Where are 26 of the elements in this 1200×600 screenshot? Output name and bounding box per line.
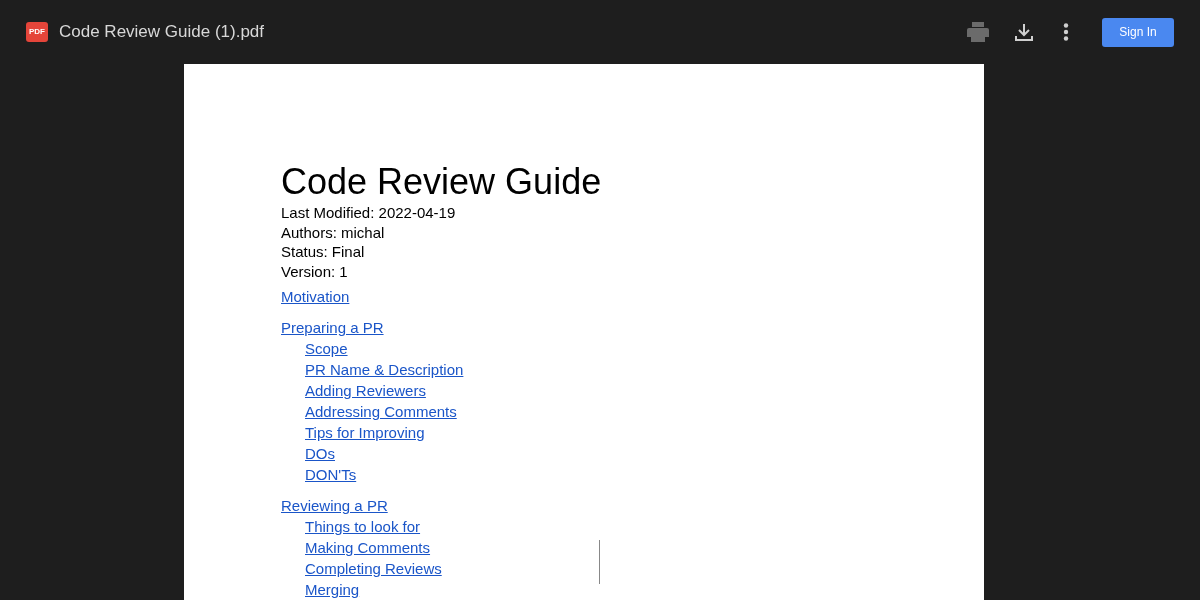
toc-link[interactable]: Reviewing a PR <box>281 497 388 514</box>
file-name: Code Review Guide (1).pdf <box>59 21 265 44</box>
pdf-file-icon: PDF <box>26 22 48 42</box>
toc-link[interactable]: Completing Reviews <box>305 560 442 577</box>
sign-in-button[interactable]: Sign In <box>1102 17 1174 47</box>
toc-link[interactable]: Addressing Comments <box>305 403 457 420</box>
toc-link[interactable]: Scope <box>305 340 348 357</box>
more-options-icon[interactable] <box>1063 23 1069 41</box>
download-icon[interactable] <box>1015 23 1033 41</box>
metadata-line: Authors: michal <box>281 222 386 242</box>
toc-link[interactable]: Merging <box>305 581 360 598</box>
toc-link[interactable]: Preparing a PR <box>281 319 384 336</box>
metadata-line: Version: 1 <box>281 261 349 281</box>
toc-link[interactable]: DOs <box>305 445 335 462</box>
toc-link[interactable]: Things to look for <box>305 518 421 535</box>
print-icon[interactable] <box>967 22 989 42</box>
metadata-line: Status: Final <box>281 242 366 262</box>
toc-link[interactable]: Adding Reviewers <box>305 382 426 399</box>
toc-link[interactable]: Tips for Improving <box>305 424 425 441</box>
metadata-line: Last Modified: 2022-04-19 <box>281 203 457 223</box>
document-title: Code Review Guide <box>281 162 603 202</box>
toc-link[interactable]: Motivation <box>281 288 350 305</box>
toc-link[interactable]: PR Name & Description <box>305 361 464 378</box>
toc-link[interactable]: DON'Ts <box>305 466 357 483</box>
toc-link[interactable]: Making Comments <box>305 539 431 556</box>
text-cursor <box>599 540 600 584</box>
